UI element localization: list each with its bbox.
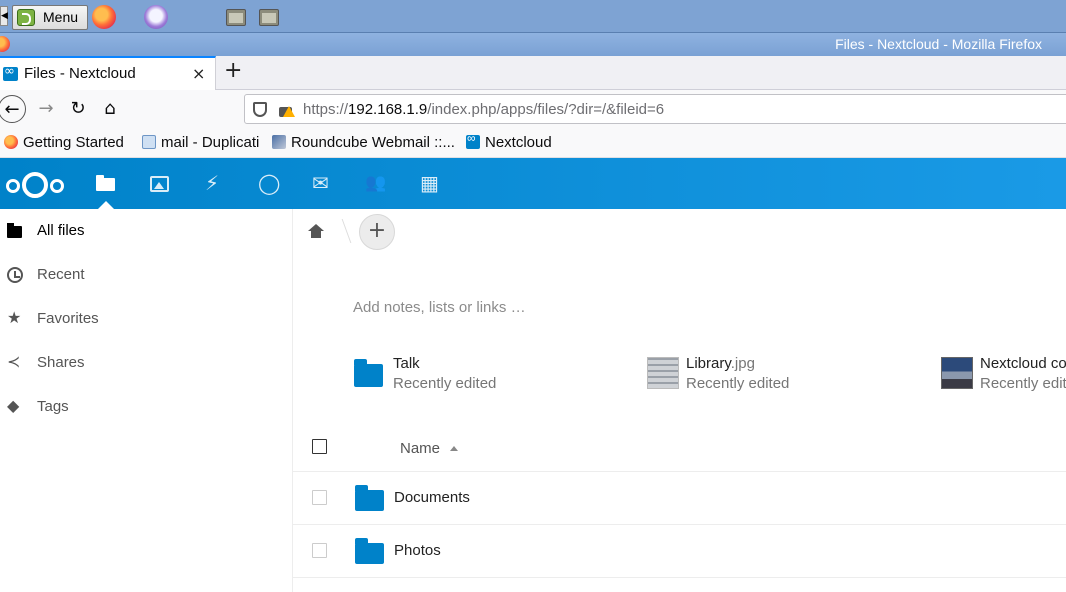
recent-item-name: Talk [393,355,420,372]
forward-button[interactable]: → [32,95,60,123]
bookmarks-toolbar: Getting Started mail - Duplicati Roundcu… [0,128,1066,158]
file-name[interactable]: Photos [394,542,441,559]
start-menu-label: Menu [43,9,79,25]
recent-item-basename: Library [686,355,731,372]
url-host: 192.168.1.9 [348,101,428,118]
calendar-app-icon[interactable]: ▦ [420,171,439,195]
firefox-icon[interactable] [92,5,116,29]
share-icon: ≺ [7,352,21,371]
close-tab-icon[interactable]: × [192,64,205,83]
sidebar-item-all-files[interactable]: All files [0,209,293,253]
folder-icon [354,359,383,387]
duplicati-icon [142,135,156,149]
sidebar-item-label: Shares [37,354,85,371]
breadcrumb-separator [330,219,352,243]
mail-app-icon[interactable]: ✉ [312,171,329,195]
bookmark-mail-duplicati[interactable]: mail - Duplicati [142,134,259,151]
star-icon: ★ [7,308,22,327]
folder-icon[interactable] [259,9,279,26]
window-title: Files - Nextcloud - Mozilla Firefox [835,36,1042,52]
folder-icon [355,485,384,511]
tag-icon: ◆ [7,396,20,415]
select-all-checkbox[interactable] [312,439,327,454]
home-icon[interactable] [308,224,324,238]
url-text: https://192.168.1.9/index.php/apps/files… [303,101,664,118]
bookmark-label: Getting Started [23,134,124,151]
sidebar-item-label: Tags [37,398,69,415]
tab-label: Files - Nextcloud [24,65,136,82]
bookmark-label: mail - Duplicati [161,134,260,151]
sidebar-item-tags[interactable]: ◆ Tags [0,385,293,429]
folder-icon [7,223,22,238]
taskbar-scroll-left-button[interactable]: ◀ [0,6,8,26]
recent-item-subtitle: Recently edited [686,375,790,392]
new-file-button[interactable]: + [359,214,395,250]
url-bar[interactable]: https://192.168.1.9/index.php/apps/files… [244,94,1066,124]
sort-ascending-icon[interactable] [450,446,458,451]
sidebar-item-favorites[interactable]: ★ Favorites [0,297,293,341]
talk-app-icon[interactable]: ◯ [258,171,280,195]
navigation-bar: ← → ↻ ⌂ https://192.168.1.9/index.php/ap… [0,90,1066,128]
sidebar-item-label: Recent [37,266,85,283]
image-thumbnail [647,357,679,389]
nextcloud-icon [466,131,480,149]
file-list-header: Name [293,429,1066,472]
tab-bar: Files - Nextcloud × + [0,56,1066,90]
bookmark-label: Roundcube Webmail ::... [291,134,455,151]
column-name-header[interactable]: Name [400,440,440,457]
image-thumbnail [941,357,973,389]
bird-app-icon[interactable] [144,5,168,29]
insecure-lock-warning-icon[interactable] [279,102,295,117]
recent-item-extension: .jpg [730,355,755,372]
firefox-icon [0,36,10,52]
start-menu-button[interactable]: Menu [12,5,88,30]
sidebar-item-label: All files [37,222,85,239]
row-checkbox[interactable] [312,543,327,558]
bookmark-nextcloud[interactable]: Nextcloud [466,131,552,151]
clock-icon [7,267,23,283]
recent-item-subtitle: Recently edit [980,375,1066,392]
taskbar: ◀ Menu [0,0,1066,33]
files-sidebar: All files Recent ★ Favorites ≺ Shares ◆ … [0,209,293,592]
folder-icon[interactable] [226,9,246,26]
folder-icon [355,538,384,564]
reload-button[interactable]: ↻ [64,95,92,123]
back-button[interactable]: ← [0,95,26,123]
photos-app-icon[interactable] [150,176,169,192]
sidebar-item-label: Favorites [37,310,99,327]
new-tab-button[interactable]: + [224,58,242,83]
row-checkbox[interactable] [312,490,327,505]
home-button[interactable]: ⌂ [96,95,124,123]
url-path: /index.php/apps/files/?dir=/&fileid=6 [427,101,665,118]
sidebar-item-shares[interactable]: ≺ Shares [0,341,293,385]
sidebar-item-recent[interactable]: Recent [0,253,293,297]
mint-logo-icon [17,9,35,26]
activity-app-icon[interactable]: ⚡ [205,171,219,195]
recent-item-name: Library.jpg [686,355,755,372]
file-name[interactable]: Documents [394,489,470,506]
warning-triangle-icon [283,106,295,117]
recent-item-subtitle: Recently edited [393,375,497,392]
recent-item-name: Nextcloud co [980,355,1066,372]
bookmark-label: Nextcloud [485,134,552,151]
contacts-app-icon[interactable]: 👥 [365,171,386,195]
files-app-icon[interactable] [96,175,116,193]
table-row[interactable]: Photos [293,525,1066,578]
table-row[interactable]: Documents [293,472,1066,525]
roundcube-icon [272,135,286,149]
rich-workspace-notes[interactable]: Add notes, lists or links … [353,299,526,316]
nextcloud-logo-icon[interactable] [6,172,66,198]
nextcloud-icon [3,64,18,81]
window-titlebar: Files - Nextcloud - Mozilla Firefox [0,33,1066,56]
url-scheme: https:// [303,101,349,118]
tab-files-nextcloud[interactable]: Files - Nextcloud × [0,56,216,90]
tracking-shield-icon[interactable] [253,102,267,117]
active-app-indicator [98,201,114,209]
bookmark-roundcube[interactable]: Roundcube Webmail ::... [272,134,455,151]
bookmark-getting-started[interactable]: Getting Started [4,134,124,151]
firefox-icon [4,135,18,149]
files-main: + Add notes, lists or links … Talk Recen… [293,209,1066,592]
